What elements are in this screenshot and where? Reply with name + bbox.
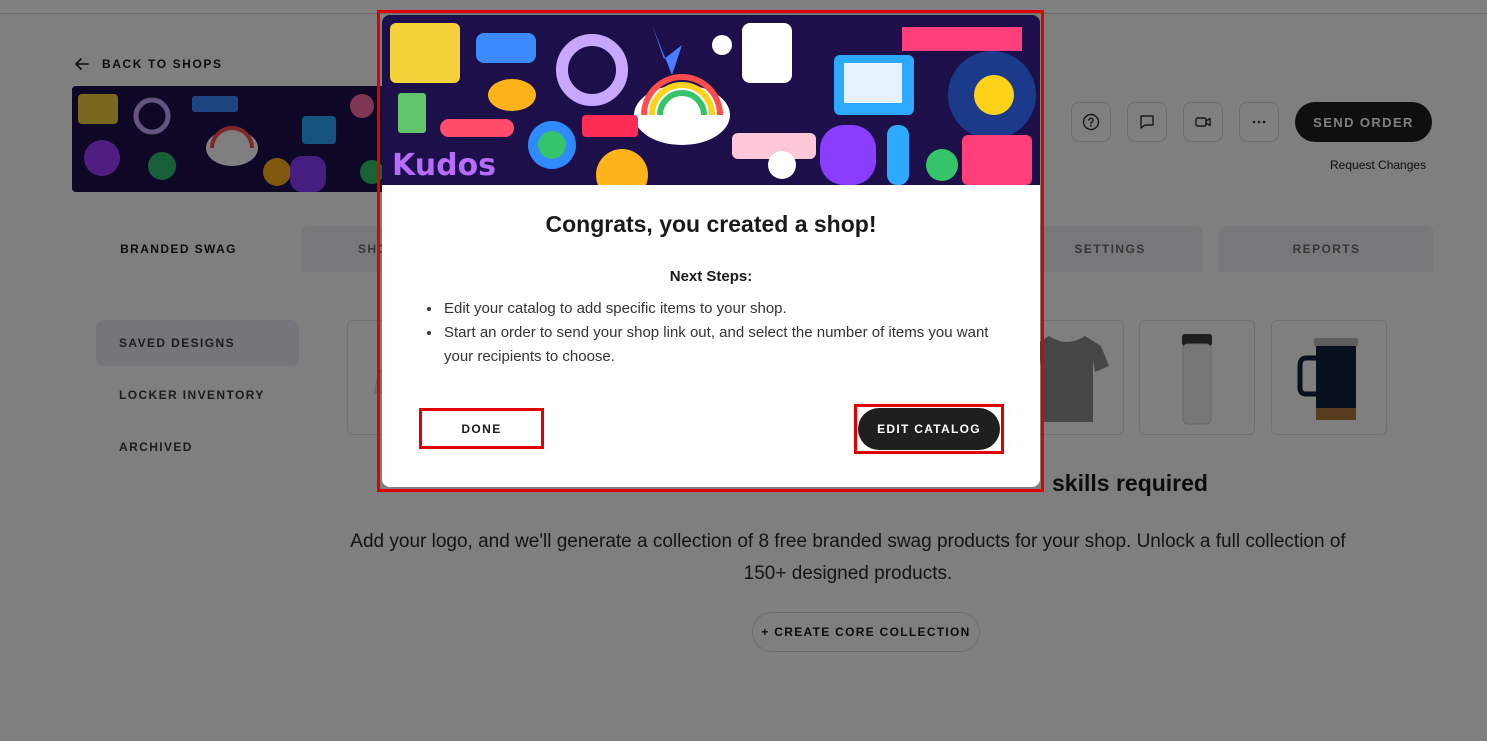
next-steps-list: Edit your catalog to add specific items …	[442, 297, 1002, 369]
done-button[interactable]: DONE	[424, 413, 539, 444]
edit-catalog-button[interactable]: EDIT CATALOG	[858, 408, 1000, 450]
step-item: Edit your catalog to add specific items …	[442, 297, 1002, 321]
modal-title: Congrats, you created a shop!	[545, 211, 877, 237]
step-item: Start an order to send your shop link ou…	[442, 321, 1002, 369]
next-steps-heading: Next Steps:	[669, 268, 753, 285]
sticker-kudos: Kudos	[392, 148, 496, 183]
modal-hero-sticker-image: Kudos	[382, 15, 1040, 185]
